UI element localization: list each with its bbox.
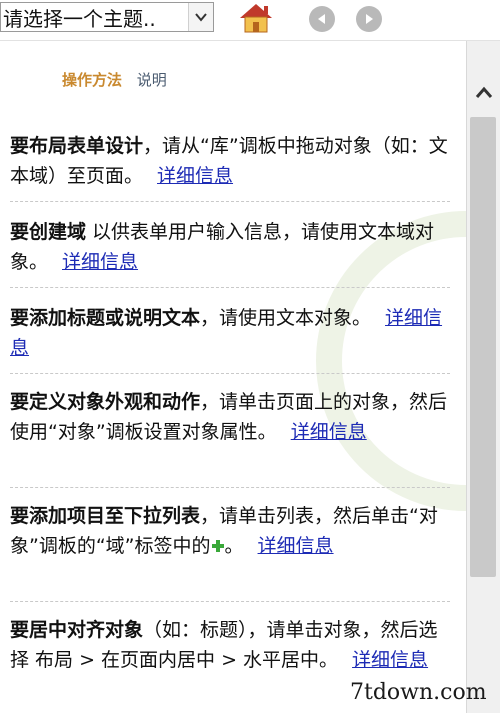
panel-header: 操作方法 说明 [62,69,167,90]
divider [10,487,450,488]
help-item: 要添加项目至下拉列表，请单击列表，然后单击“对象”调板的“域”标签中的。详细信息 [10,501,450,561]
help-panel: 操作方法 说明 要布局表单设计，请从“库”调板中拖动对象（如：文本域）至页面。详… [0,41,466,713]
help-item-title: 要定义对象外观和动作 [10,391,201,413]
divider [10,287,450,288]
help-item-title: 要添加标题或说明文本 [10,307,201,329]
help-item-title: 要居中对齐对象 [10,619,144,641]
topic-select[interactable]: 请选择一个主题.. [0,2,214,32]
help-item: 要居中对齐对象（如：标题），请单击对象，然后选择 布局 > 在页面内居中 > 水… [10,615,450,675]
help-item: 要添加标题或说明文本，请使用文本对象。 详细信息 [10,303,450,363]
arrow-right-icon[interactable] [356,6,382,32]
help-item-title: 要布局表单设计 [10,135,144,157]
tab-description[interactable]: 说明 [137,71,167,89]
help-item: 要布局表单设计，请从“库”调板中拖动对象（如：文本域）至页面。 详细信息 [10,131,450,191]
tab-howto[interactable]: 操作方法 [62,71,122,89]
scrollbar-thumb[interactable] [470,117,496,577]
topic-select-value: 请选择一个主题.. [3,6,156,31]
details-link[interactable]: 详细信息 [352,649,428,671]
help-item-text: ，请使用文本对象。 [200,307,372,329]
arrow-left-icon[interactable] [309,6,335,32]
details-link[interactable]: 详细信息 [258,535,334,557]
help-item-title: 要添加项目至下拉列表 [10,505,201,527]
help-item-title: 要创建域 [10,221,87,243]
plus-icon [211,532,225,552]
divider [10,373,450,374]
chevron-up-icon[interactable] [467,73,500,113]
divider [10,201,450,202]
chevron-down-icon[interactable] [188,3,213,31]
help-item: 要定义对象外观和动作，请单击页面上的对象，然后使用“对象”调板设置对象属性。 详细… [10,387,450,447]
watermark-text: 7tdown.com [350,680,487,705]
toolbar: 请选择一个主题.. [0,0,500,41]
details-link[interactable]: 详细信息 [291,421,367,443]
help-item-text-end: 。 [224,535,244,557]
home-icon[interactable] [238,1,274,35]
details-link[interactable]: 详细信息 [62,251,138,273]
vertical-scrollbar[interactable] [466,41,500,713]
divider [10,601,450,602]
details-link[interactable]: 详细信息 [157,165,233,187]
help-item: 要创建域 以供表单用户输入信息，请使用文本域对象。 详细信息 [10,217,450,277]
